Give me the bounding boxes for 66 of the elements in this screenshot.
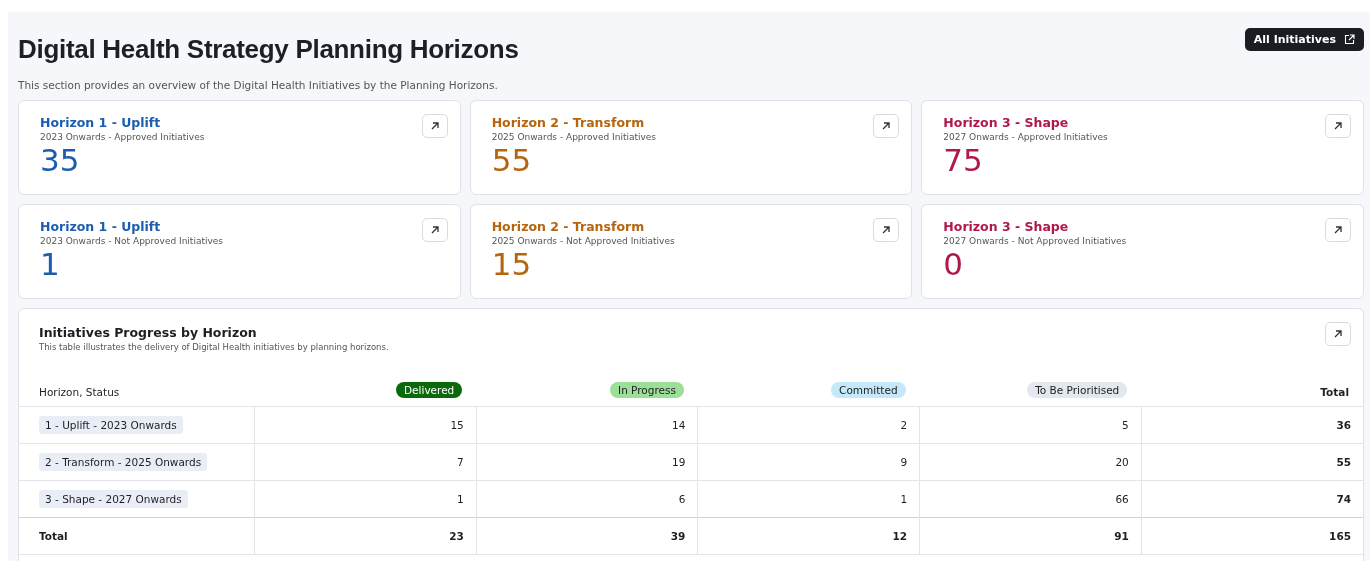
card-value: 55 — [491, 142, 533, 178]
arrow-icon — [1332, 120, 1344, 132]
table-cell: 12 — [892, 530, 908, 542]
card-title: Horizon 1 - Uplift — [40, 115, 161, 130]
table-cell: 165 — [1329, 530, 1351, 542]
card-title: Horizon 3 - Shape — [943, 219, 1069, 234]
card-title: Horizon 3 - Shape — [943, 115, 1069, 130]
arrow-icon — [880, 224, 893, 236]
open-button[interactable] — [421, 114, 448, 138]
open-button[interactable] — [873, 114, 900, 138]
table-cell: 15 — [450, 419, 464, 431]
card-subtitle: 2027 Onwards - Approved Initiatives — [943, 132, 1109, 142]
table-cell: 14 — [672, 419, 686, 431]
status-badge: Delivered — [396, 382, 463, 398]
horizon-tag: 2 - Transform - 2025 Onwards — [39, 453, 208, 471]
status-badge: In Progress — [610, 382, 684, 398]
table-cell: 2 — [900, 419, 908, 431]
table-cell: 66 — [1115, 493, 1129, 505]
page-description: This section provides an overview of the Digital Health Initiatives by the Planning Horizons. — [18, 79, 499, 91]
table-title: Initiatives Progress by Horizon — [39, 325, 257, 340]
card-value: 0 — [943, 246, 965, 282]
open-button[interactable] — [421, 218, 448, 242]
table-cell: 19 — [672, 456, 686, 468]
table-cell: 23 — [449, 530, 464, 542]
card-value: 15 — [491, 246, 533, 282]
all-initiatives-button[interactable]: All Initiatives — [1244, 28, 1364, 51]
table-cell: 20 — [1115, 456, 1129, 468]
card-subtitle: 2025 Onwards - Approved Initiatives — [491, 132, 657, 142]
table-cell: 55 — [1336, 456, 1351, 468]
status-badge: To Be Prioritised — [1027, 382, 1128, 398]
horizon-tag: 3 - Shape - 2027 Onwards — [39, 490, 188, 508]
table-cell: 36 — [1336, 419, 1351, 431]
table-cell: 5 — [1122, 419, 1129, 431]
card-title: Horizon 2 - Transform — [491, 219, 645, 234]
card-subtitle: 2023 Onwards - Approved Initiatives — [40, 132, 206, 142]
table-cell: 74 — [1336, 493, 1351, 505]
table-cell: 1 — [900, 493, 908, 505]
total-label: Total — [39, 530, 68, 542]
table-cell: 7 — [457, 456, 464, 468]
arrow-icon — [880, 120, 893, 132]
card-title: Horizon 1 - Uplift — [40, 219, 161, 234]
external-link-icon — [1344, 34, 1355, 45]
card-subtitle: 2025 Onwards - Not Approved Initiatives — [491, 236, 676, 246]
table-cell: 6 — [678, 493, 686, 505]
open-button[interactable] — [1325, 322, 1351, 346]
table-cell: 9 — [900, 456, 908, 468]
status-badge: Committed — [831, 382, 906, 398]
column-header: Total — [1320, 386, 1349, 398]
page-title: Digital Health Strategy Planning Horizons — [18, 34, 519, 65]
card-subtitle: 2027 Onwards - Not Approved Initiatives — [943, 236, 1128, 246]
open-button[interactable] — [873, 218, 900, 242]
card-value: 1 — [40, 246, 61, 282]
card-value: 35 — [40, 142, 81, 178]
table-cell: 91 — [1114, 530, 1129, 542]
table-cell: 39 — [670, 530, 686, 542]
column-header: Horizon, Status — [39, 386, 120, 398]
arrow-icon — [1332, 224, 1344, 236]
card-title: Horizon 2 - Transform — [491, 115, 645, 130]
open-button[interactable] — [1325, 218, 1351, 242]
open-button[interactable] — [1325, 114, 1351, 138]
arrow-icon — [1332, 328, 1344, 340]
card-subtitle: 2023 Onwards - Not Approved Initiatives — [40, 236, 224, 246]
card-value: 75 — [943, 142, 984, 178]
table-cell: 1 — [457, 493, 464, 505]
horizon-tag: 1 - Uplift - 2023 Onwards — [39, 416, 183, 434]
table-description: This table illustrates the delivery of Digital Health initiatives by planning horizons. — [39, 342, 389, 352]
